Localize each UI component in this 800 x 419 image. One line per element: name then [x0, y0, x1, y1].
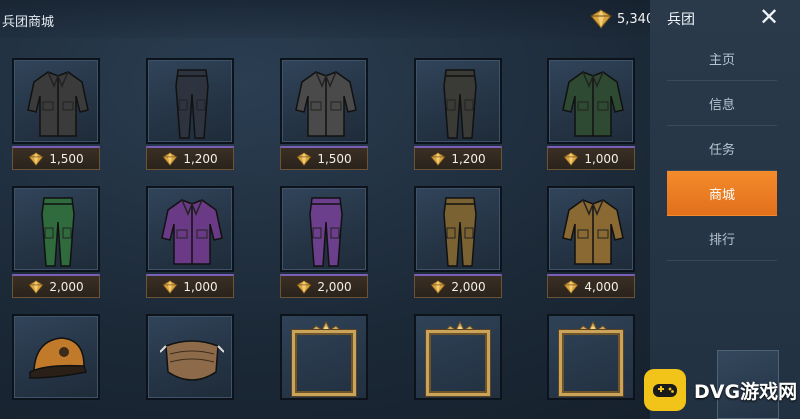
- close-button[interactable]: ✕: [752, 0, 786, 34]
- item-thumbnail: [414, 186, 502, 272]
- nav-item-info[interactable]: 信息: [667, 81, 777, 126]
- shop-item[interactable]: 1,500: [280, 58, 368, 170]
- item-thumbnail: [12, 58, 100, 144]
- gold-frame-item: [414, 314, 502, 400]
- item-price: 2,000: [280, 274, 368, 298]
- item-price: 4,000: [547, 274, 635, 298]
- gamepad-logo-icon: [644, 369, 686, 411]
- watermark-text: DVG游戏网: [694, 380, 798, 403]
- item-price: 1,500: [280, 146, 368, 170]
- shop-item[interactable]: [12, 314, 100, 400]
- price-value: 1,200: [183, 151, 218, 166]
- currency-amount: 5,340: [617, 11, 655, 27]
- diamond-coin-icon: [162, 279, 178, 294]
- site-watermark: DVG游戏网: [644, 366, 800, 414]
- shop-item[interactable]: 2,000: [280, 186, 368, 298]
- diamond-coin-icon: [590, 9, 612, 29]
- price-value: 1,500: [317, 151, 352, 166]
- diamond-coin-icon: [28, 151, 44, 166]
- item-price: 1,500: [12, 146, 100, 170]
- diamond-coin-icon: [162, 151, 178, 166]
- item-thumbnail: [146, 58, 234, 144]
- diamond-coin-icon: [563, 279, 579, 294]
- item-thumbnail: [280, 58, 368, 144]
- price-value: 2,000: [451, 279, 486, 294]
- price-value: 1,000: [584, 151, 619, 166]
- shop-item[interactable]: [414, 314, 502, 400]
- item-grid: 1,500 1,200 1,500 1,200 1,000 2,000 1,000 2,000…: [0, 38, 650, 419]
- gold-border: [559, 330, 623, 396]
- shop-item[interactable]: 2,000: [414, 186, 502, 298]
- item-price: 2,000: [12, 274, 100, 298]
- close-icon: ✕: [758, 3, 780, 31]
- page-title: 兵团商城: [2, 15, 55, 30]
- diamond-coin-icon: [296, 151, 312, 166]
- price-value: 1,000: [183, 279, 218, 294]
- side-panel-header: 兵团 ✕: [650, 0, 800, 36]
- item-thumbnail: [547, 186, 635, 272]
- nav-item-ranking[interactable]: 排行: [667, 216, 777, 261]
- side-panel-title: 兵团: [667, 12, 695, 28]
- item-thumbnail: [12, 314, 100, 400]
- diamond-coin-icon: [28, 279, 44, 294]
- gold-frame-item: [547, 314, 635, 400]
- shop-item[interactable]: 1,000: [547, 58, 635, 170]
- currency-balance: 5,340: [590, 7, 654, 31]
- item-thumbnail: [547, 58, 635, 144]
- nav-item-shop[interactable]: 商城: [667, 171, 777, 216]
- shop-item[interactable]: 4,000: [547, 186, 635, 298]
- gold-frame-item: [280, 314, 368, 400]
- price-value: 2,000: [317, 279, 352, 294]
- shop-item[interactable]: [146, 314, 234, 400]
- item-price: 1,200: [414, 146, 502, 170]
- diamond-coin-icon: [296, 279, 312, 294]
- diamond-coin-icon: [563, 151, 579, 166]
- item-price: 1,200: [146, 146, 234, 170]
- item-thumbnail: [12, 186, 100, 272]
- item-thumbnail: [414, 58, 502, 144]
- price-value: 2,000: [49, 279, 84, 294]
- price-value: 1,500: [49, 151, 84, 166]
- price-value: 1,200: [451, 151, 486, 166]
- gold-border: [292, 330, 356, 396]
- shop-item[interactable]: 1,000: [146, 186, 234, 298]
- price-value: 4,000: [584, 279, 619, 294]
- shop-item[interactable]: 1,200: [414, 58, 502, 170]
- item-thumbnail: [146, 186, 234, 272]
- nav-item-tasks[interactable]: 任务: [667, 126, 777, 171]
- side-nav: 主页 信息 任务 商城 排行: [667, 36, 777, 261]
- shop-item[interactable]: [547, 314, 635, 400]
- shop-item[interactable]: [280, 314, 368, 400]
- diamond-coin-icon: [430, 279, 446, 294]
- shop-item[interactable]: 2,000: [12, 186, 100, 298]
- item-thumbnail: [280, 186, 368, 272]
- nav-item-home[interactable]: 主页: [667, 36, 777, 81]
- shop-header: 兵团商城: [0, 0, 650, 38]
- gold-border: [426, 330, 490, 396]
- shop-item[interactable]: 1,500: [12, 58, 100, 170]
- item-thumbnail: [146, 314, 234, 400]
- item-price: 1,000: [146, 274, 234, 298]
- shop-item[interactable]: 1,200: [146, 58, 234, 170]
- item-price: 1,000: [547, 146, 635, 170]
- diamond-coin-icon: [430, 151, 446, 166]
- item-price: 2,000: [414, 274, 502, 298]
